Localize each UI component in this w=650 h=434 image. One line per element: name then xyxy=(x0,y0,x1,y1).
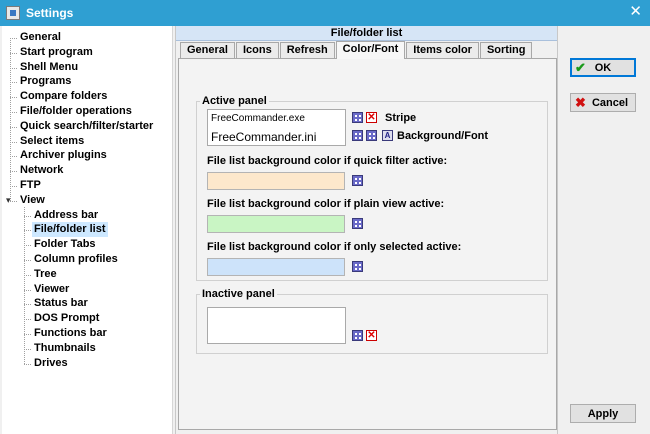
tree-item-view[interactable]: View xyxy=(18,193,47,208)
tree-connector xyxy=(10,126,17,128)
tree-connector xyxy=(10,82,17,84)
tree-item-tree[interactable]: Tree xyxy=(32,267,59,282)
tree-item-archiver-plugins[interactable]: Archiver plugins xyxy=(18,148,109,163)
title-bar: Settings ✕ xyxy=(0,0,650,26)
plain-view-label: File list background color if plain view… xyxy=(207,198,445,210)
font-picker-icon[interactable]: A xyxy=(382,130,393,141)
stripe-color-picker-icon[interactable] xyxy=(352,112,363,123)
active-panel-group: Active panel FreeCommander.exe FreeComma… xyxy=(196,95,548,281)
background-font-label: Background/Font xyxy=(397,130,489,142)
quick-filter-color-swatch xyxy=(207,172,345,190)
tree-item-dos-prompt[interactable]: DOS Prompt xyxy=(32,311,101,326)
quick-filter-label: File list background color if quick filt… xyxy=(207,155,448,167)
tree-item-network[interactable]: Network xyxy=(18,163,65,178)
tree-item-folder-tabs[interactable]: Folder Tabs xyxy=(32,237,98,252)
tree-item-programs[interactable]: Programs xyxy=(18,74,73,89)
tree-item-thumbnails[interactable]: Thumbnails xyxy=(32,341,98,356)
inactive-panel-group: Inactive panel ✕ xyxy=(196,288,548,354)
app-icon xyxy=(6,6,20,20)
quick-filter-color-picker-icon[interactable] xyxy=(352,175,363,186)
tree-item-functions-bar[interactable]: Functions bar xyxy=(32,326,109,341)
window-title: Settings xyxy=(26,6,74,20)
tree-item-drives[interactable]: Drives xyxy=(32,356,70,371)
only-selected-color-swatch xyxy=(207,258,345,276)
tree-connector xyxy=(10,141,17,143)
inactive-preview-list[interactable] xyxy=(207,307,346,344)
only-selected-color-picker-icon[interactable] xyxy=(352,261,363,272)
tree-item-file-folder-operations[interactable]: File/folder operations xyxy=(18,104,134,119)
tree-connector xyxy=(24,348,31,350)
stripe-label: Stripe xyxy=(385,112,417,124)
tree-item-status-bar[interactable]: Status bar xyxy=(32,296,90,311)
tree-connector xyxy=(24,319,31,321)
inactive-remove-icon[interactable]: ✕ xyxy=(366,330,377,341)
close-icon[interactable]: ✕ xyxy=(629,4,642,20)
tab-general[interactable]: General xyxy=(180,42,235,59)
tree-item-address-bar[interactable]: Address bar xyxy=(32,208,100,223)
cancel-button-label: Cancel xyxy=(591,96,629,109)
tree-item-column-profiles[interactable]: Column profiles xyxy=(32,252,120,267)
tree-connector xyxy=(10,171,17,173)
tree-connector xyxy=(24,363,31,365)
active-panel-label: Active panel xyxy=(200,95,269,107)
tree-item-select-items[interactable]: Select items xyxy=(18,134,86,149)
checkmark-icon: ✔ xyxy=(575,60,586,75)
tree-connector xyxy=(24,206,25,364)
tab-strip: General Icons Refresh Color/Font Items c… xyxy=(180,41,533,59)
tree-connector xyxy=(10,67,17,69)
inactive-panel-label: Inactive panel xyxy=(200,288,277,300)
ok-button[interactable]: ✔ OK xyxy=(570,58,636,77)
tab-content: Active panel FreeCommander.exe FreeComma… xyxy=(178,58,557,430)
tab-color-font[interactable]: Color/Font xyxy=(335,41,406,59)
foreground-color-picker-icon[interactable] xyxy=(366,130,377,141)
tree-connector xyxy=(24,274,31,276)
tab-refresh[interactable]: Refresh xyxy=(279,42,335,59)
background-color-picker-icon[interactable] xyxy=(352,130,363,141)
tree-connector xyxy=(10,97,17,99)
plain-view-color-swatch xyxy=(207,215,345,233)
tree-connector xyxy=(10,38,11,201)
tree-connector xyxy=(24,245,31,247)
tree-item-compare-folders[interactable]: Compare folders xyxy=(18,89,109,104)
tree-item-viewer[interactable]: Viewer xyxy=(32,282,71,297)
tree-connector xyxy=(24,230,31,232)
tree-connector xyxy=(10,112,17,113)
only-selected-label: File list background color if only selec… xyxy=(207,241,462,253)
tree-item-general[interactable]: General xyxy=(18,30,63,45)
settings-tree[interactable]: General Start program Shell Menu Programs Co… xyxy=(2,26,173,434)
cancel-x-icon: ✖ xyxy=(575,95,586,110)
tree-connector xyxy=(10,38,17,39)
apply-button[interactable]: Apply xyxy=(570,404,636,423)
tree-item-ftp[interactable]: FTP xyxy=(18,178,43,193)
tree-connector xyxy=(10,156,17,158)
plain-view-color-picker-icon[interactable] xyxy=(352,218,363,229)
tree-connector xyxy=(24,260,31,261)
tab-sorting[interactable]: Sorting xyxy=(479,42,533,59)
cancel-button[interactable]: ✖ Cancel xyxy=(570,93,636,112)
panel-header: File/folder list xyxy=(176,26,557,41)
tab-icons[interactable]: Icons xyxy=(235,42,279,59)
tab-items-color[interactable]: Items color xyxy=(406,42,479,59)
tree-item-start-program[interactable]: Start program xyxy=(18,45,95,60)
stripe-remove-icon[interactable]: ✕ xyxy=(366,112,377,123)
tree-item-quick-search-filter-starter[interactable]: Quick search/filter/starter xyxy=(18,119,155,134)
active-preview-list[interactable]: FreeCommander.exe FreeCommander.ini xyxy=(207,109,346,146)
tree-item-file-folder-list[interactable]: File/folder list xyxy=(32,222,108,238)
tree-item-shell-menu[interactable]: Shell Menu xyxy=(18,60,80,75)
settings-panel: File/folder list General Icons Refresh C… xyxy=(175,26,558,434)
tree-connector xyxy=(24,289,31,291)
inactive-color-picker-icon[interactable] xyxy=(352,330,363,341)
tree-connector xyxy=(24,304,31,306)
chevron-down-icon[interactable]: ▾ xyxy=(6,195,11,206)
tree-connector xyxy=(24,334,31,335)
preview-row-ini: FreeCommander.ini xyxy=(211,130,317,144)
ok-button-label: OK xyxy=(594,61,612,74)
apply-button-label: Apply xyxy=(587,407,619,420)
tree-connector xyxy=(10,52,17,54)
preview-row-exe: FreeCommander.exe xyxy=(211,113,305,124)
tree-connector xyxy=(10,186,17,187)
tree-connector xyxy=(10,200,17,202)
tree-connector xyxy=(24,215,31,217)
